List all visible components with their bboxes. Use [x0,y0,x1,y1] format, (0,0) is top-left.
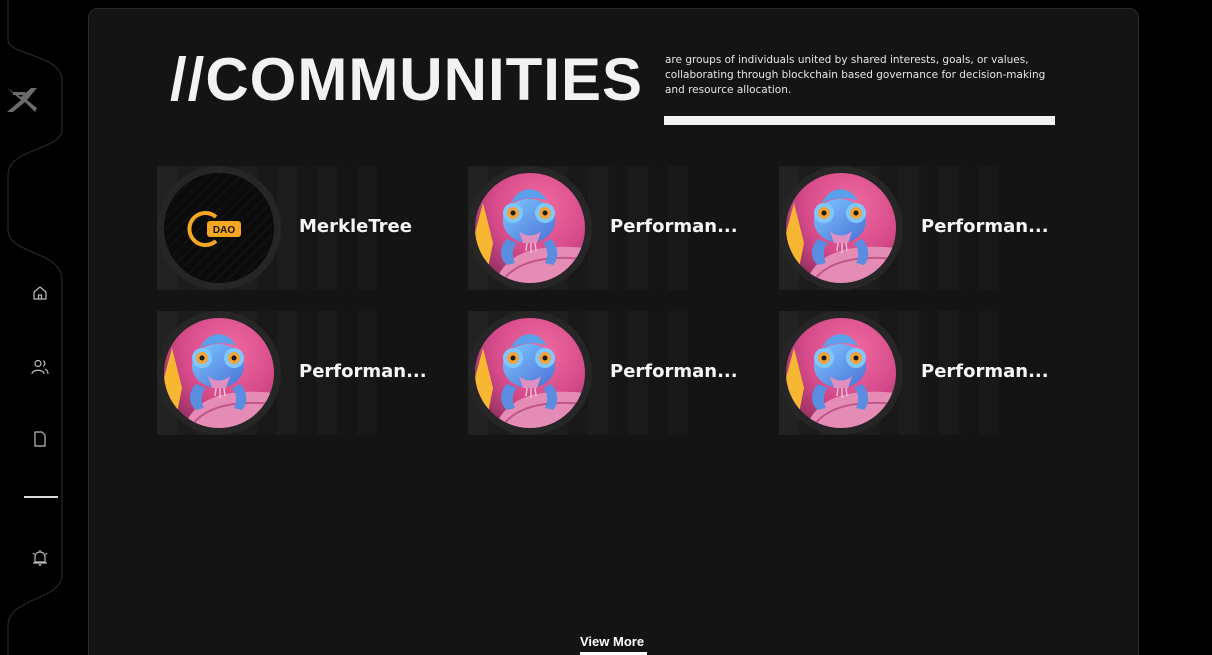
community-card[interactable]: Performan... [779,166,1049,290]
community-name: MerkleTree [299,216,412,237]
sidebar [0,0,72,655]
community-card[interactable]: Performan... [468,166,738,290]
view-more-link[interactable]: View More [580,634,644,649]
sidebar-divider [24,496,58,498]
users-icon[interactable] [28,355,52,379]
community-name: Performan... [921,216,1049,237]
dao-logo-avatar: DAO [164,173,274,283]
dao-badge-text: DAO [213,225,235,236]
community-name: Performan... [610,216,738,237]
page-description: are groups of individuals united by shar… [665,54,1046,96]
bell-icon[interactable] [28,546,52,570]
file-icon[interactable] [28,427,52,451]
community-name: Performan... [921,361,1049,382]
community-card[interactable]: Performan... [779,311,1049,435]
community-card[interactable]: Performan... [468,311,738,435]
chameleon-avatar [786,173,896,283]
title-underline [664,116,1055,125]
chameleon-avatar [164,318,274,428]
chameleon-avatar [786,318,896,428]
community-card[interactable]: DAO MerkleTree [157,166,412,290]
chameleon-avatar [475,318,585,428]
home-icon[interactable] [28,281,52,305]
brand-logo-icon[interactable] [5,82,39,122]
app-root: //COMMUNITIES are groups of individuals … [0,0,1212,655]
community-name: Performan... [299,361,427,382]
chameleon-avatar [475,173,585,283]
community-card[interactable]: Performan... [157,311,427,435]
page-title: //COMMUNITIES [170,46,643,113]
community-name: Performan... [610,361,738,382]
